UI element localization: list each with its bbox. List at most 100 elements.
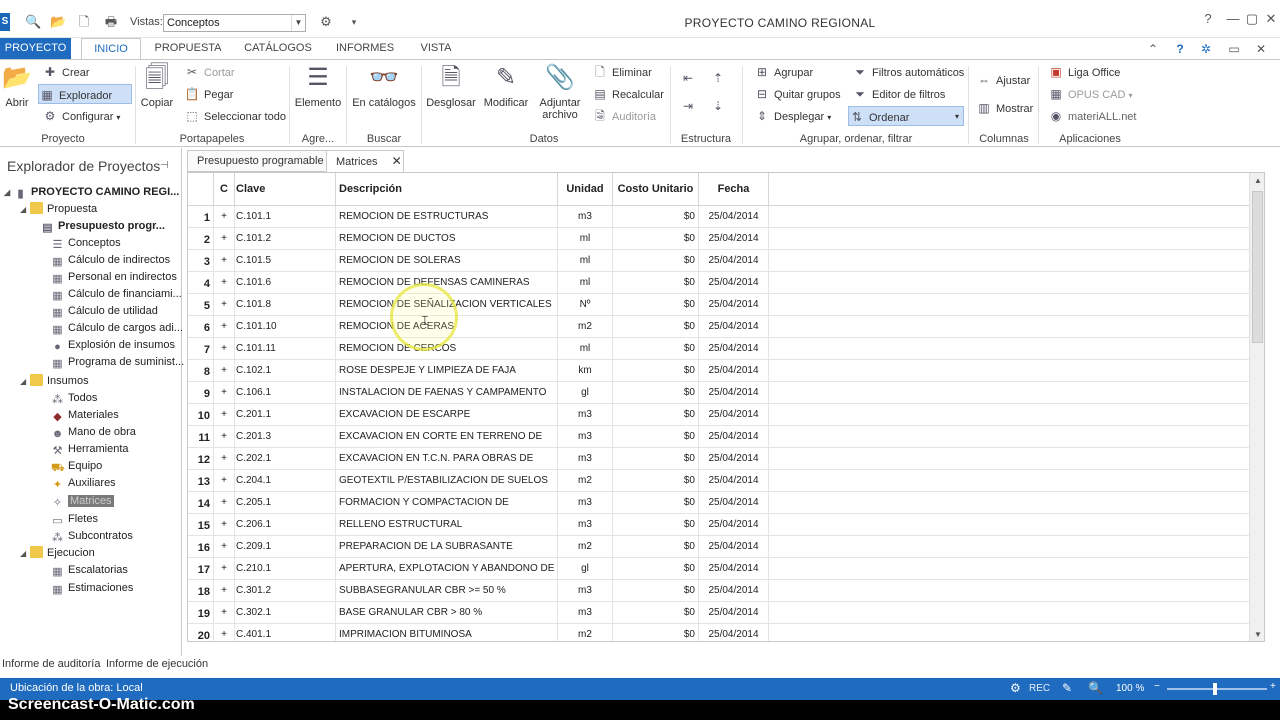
zoom-search-icon[interactable]: 🔍 xyxy=(1088,681,1103,695)
table-row[interactable]: 11 + C.201.3 EXCAVACION EN CORTE EN TERRENO… xyxy=(188,426,1249,448)
tree-node-calculo-utilidad[interactable]: ▦ Cálculo de utilidad xyxy=(51,303,158,320)
tree-node-equipo[interactable]: ⛟ Equipo xyxy=(51,458,102,475)
tab-matrices[interactable]: Matrices ✕ xyxy=(326,150,404,172)
help-icon[interactable]: ? xyxy=(1196,10,1220,28)
expand-plus-icon[interactable]: + xyxy=(214,316,235,338)
tab-propuesta[interactable]: PROPUESTA xyxy=(150,38,226,59)
indent-left-icon[interactable]: ⇤ xyxy=(680,68,700,88)
table-row[interactable]: 2 + C.101.2 REMOCION DE DUCTOS ml $0 25/04/201… xyxy=(188,228,1249,250)
expand-plus-icon[interactable]: + xyxy=(214,382,235,404)
views-settings-icon[interactable]: ⚙ xyxy=(318,14,334,30)
tree-node-materiales[interactable]: ◆ Materiales xyxy=(51,407,118,424)
expand-plus-icon[interactable]: + xyxy=(214,426,235,448)
header-costo[interactable]: Costo Unitario xyxy=(613,173,699,206)
recalcular-button[interactable]: ▤ Recalcular xyxy=(592,84,664,104)
expand-plus-icon[interactable]: + xyxy=(214,602,235,624)
header-clave[interactable]: Clave xyxy=(235,173,336,206)
table-row[interactable]: 7 + C.101.11 REMOCION DE CERCOS ml $0 25/04/20… xyxy=(188,338,1249,360)
table-row[interactable]: 3 + C.101.5 REMOCION DE SOLERAS ml $0 25/04/20… xyxy=(188,250,1249,272)
help-circle-icon[interactable]: ? xyxy=(1172,41,1188,57)
tree-node-escalatorias[interactable]: ▦ Escalatorias xyxy=(51,562,128,579)
tree-node-herramienta[interactable]: ⚒ Herramienta xyxy=(51,441,129,458)
move-down-icon[interactable]: ⇣ xyxy=(710,96,730,116)
indent-right-icon[interactable]: ⇥ xyxy=(680,96,700,116)
header-fecha[interactable]: Fecha xyxy=(699,173,769,206)
adjuntar-archivo-button[interactable]: 📎 Adjuntar archivo xyxy=(534,62,586,121)
vistas-dropdown[interactable]: Conceptos ▼ xyxy=(163,14,306,32)
tree-node-propuesta[interactable]: ◢ Propuesta xyxy=(20,201,97,218)
header-unidad[interactable]: Unidad xyxy=(558,173,613,206)
ordenar-button[interactable]: ⇅ Ordenar ▾ xyxy=(848,106,964,126)
table-row[interactable]: 13 + C.204.1 GEOTEXTIL P/ESTABILIZACION DE … xyxy=(188,470,1249,492)
tree-node-calculo-cargos[interactable]: ▦ Cálculo de cargos adi... xyxy=(51,320,183,337)
table-row[interactable]: 12 + C.202.1 EXCAVACION EN T.C.N. PARA OBRA… xyxy=(188,448,1249,470)
scroll-up-icon[interactable]: ▲ xyxy=(1250,173,1264,189)
table-row[interactable]: 19 + C.302.1 BASE GRANULAR CBR > 80 % m3 $0 25… xyxy=(188,602,1249,624)
restore-doc-icon[interactable]: ▭ xyxy=(1226,41,1242,57)
table-row[interactable]: 17 + C.210.1 APERTURA, EXPLOTACION Y ABANDO… xyxy=(188,558,1249,580)
tree-node-conceptos[interactable]: ☰ Conceptos xyxy=(51,235,121,252)
vertical-scrollbar[interactable]: ▲ ▼ xyxy=(1249,173,1264,641)
tools-icon[interactable]: ✲ xyxy=(1198,41,1214,57)
table-row[interactable]: 15 + C.206.1 RELLENO ESTRUCTURAL m3 $0 25/04/2… xyxy=(188,514,1249,536)
zoom-slider-thumb[interactable] xyxy=(1213,683,1217,695)
expand-plus-icon[interactable]: + xyxy=(214,360,235,382)
scroll-thumb[interactable] xyxy=(1252,191,1263,343)
expand-plus-icon[interactable]: + xyxy=(214,470,235,492)
auditoria-button[interactable]: 🗟 Auditoría xyxy=(592,106,656,126)
zoom-in-icon[interactable]: + xyxy=(1270,681,1276,692)
customize-toolbar-icon[interactable]: ▾ xyxy=(346,14,362,30)
expand-plus-icon[interactable]: + xyxy=(214,206,235,228)
tree-node-mano-obra[interactable]: ☻ Mano de obra xyxy=(51,424,136,441)
tree-node-insumos[interactable]: ◢ Insumos xyxy=(20,373,89,390)
desplegar-button[interactable]: ⇕ Desplegar ▾ xyxy=(754,106,831,126)
tree-node-fletes[interactable]: ▭ Fletes xyxy=(51,511,98,528)
tree-node-explosion-insumos[interactable]: ● Explosión de insumos xyxy=(51,337,175,354)
move-up-icon[interactable]: ⇡ xyxy=(710,68,730,88)
materiall-button[interactable]: ◉ materiALL.net xyxy=(1048,106,1137,126)
table-row[interactable]: 20 + C.401.1 IMPRIMACION BITUMINOSA m2 $0 25/0… xyxy=(188,624,1249,641)
table-row[interactable]: 5 + C.101.8 REMOCION DE SEÑALIZACION VERTIC… xyxy=(188,294,1249,316)
tree-node-subcontratos[interactable]: ⁂ Subcontratos xyxy=(51,528,133,545)
expand-plus-icon[interactable]: + xyxy=(214,272,235,294)
tab-catalogos[interactable]: CATÁLOGOS xyxy=(238,38,318,59)
desglosar-button[interactable]: 🗎 Desglosar xyxy=(424,62,478,109)
header-c[interactable]: C xyxy=(214,173,235,206)
close-button[interactable]: ✕ xyxy=(1259,10,1280,28)
collapse-icon[interactable]: ◢ xyxy=(20,545,30,562)
filtros-automaticos-button[interactable]: ⏷ Filtros automáticos xyxy=(852,62,964,82)
tree-node-calculo-financiamiento[interactable]: ▦ Cálculo de financiami... xyxy=(51,286,181,303)
expand-plus-icon[interactable]: + xyxy=(214,536,235,558)
search-icon[interactable]: 🔍 xyxy=(25,14,41,30)
tab-informe-ejecucion[interactable]: Informe de ejecución xyxy=(106,658,208,670)
table-row[interactable]: 10 + C.201.1 EXCAVACION DE ESCARPE m3 $0 25/04… xyxy=(188,404,1249,426)
close-doc-icon[interactable]: ✕ xyxy=(1253,41,1269,57)
app-icon[interactable]: S xyxy=(0,13,10,31)
en-catalogos-button[interactable]: 👓 En catálogos xyxy=(350,62,418,109)
tab-informe-auditoria[interactable]: Informe de auditoría xyxy=(2,658,100,670)
table-row[interactable]: 8 + C.102.1 ROSE DESPEJE Y LIMPIEZA DE FAJA… xyxy=(188,360,1249,382)
pegar-button[interactable]: 📋 Pegar xyxy=(184,84,234,104)
tree-node-personal-indirectos[interactable]: ▦ Personal en indirectos xyxy=(51,269,177,286)
open-folder-icon[interactable]: 📂 xyxy=(50,14,66,30)
tree-node-calculo-indirectos[interactable]: ▦ Cálculo de indirectos xyxy=(51,252,170,269)
rec-icon[interactable]: ⚙ xyxy=(1010,681,1021,695)
table-row[interactable]: 6 + C.101.10 REMOCION DE ACERAS m2 $0 25/04/20… xyxy=(188,316,1249,338)
new-document-icon[interactable]: 🗋 xyxy=(76,14,92,30)
tab-inicio[interactable]: INICIO xyxy=(81,38,141,59)
zoom-slider[interactable] xyxy=(1167,688,1267,690)
collapse-icon[interactable]: ◢ xyxy=(20,201,30,218)
table-row[interactable]: 1 + C.101.1 REMOCION DE ESTRUCTURAS m3 $0 25/0… xyxy=(188,206,1249,228)
tree-node-estimaciones[interactable]: ▦ Estimaciones xyxy=(51,580,133,597)
ajustar-button[interactable]: ⇔ Ajustar xyxy=(976,70,1030,90)
seleccionar-todo-button[interactable]: ⬚ Seleccionar todo xyxy=(184,106,286,126)
expand-plus-icon[interactable]: + xyxy=(214,492,235,514)
expand-plus-icon[interactable]: + xyxy=(214,404,235,426)
elemento-button[interactable]: ☰ Elemento xyxy=(292,62,344,109)
eliminar-button[interactable]: 🗋 Eliminar xyxy=(592,62,652,82)
cortar-button[interactable]: ✂ Cortar xyxy=(184,62,235,82)
collapse-icon[interactable]: ◢ xyxy=(20,373,30,390)
print-icon[interactable]: 🖶 xyxy=(103,14,119,30)
chevron-down-icon[interactable]: ▼ xyxy=(291,15,305,31)
opus-cad-button[interactable]: ▦ OPUS CAD ▾ xyxy=(1048,84,1132,104)
